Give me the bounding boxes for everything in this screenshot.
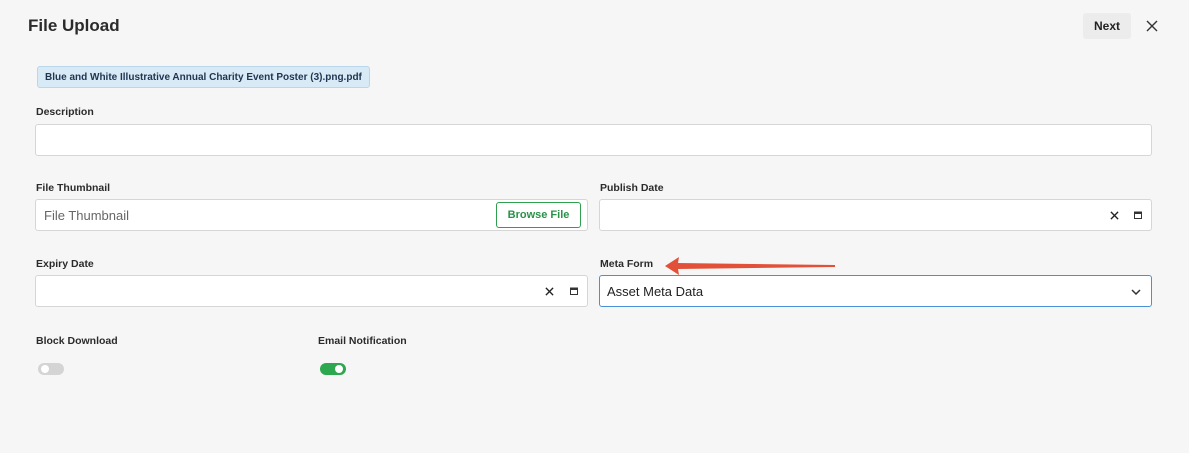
page-title: File Upload [28, 16, 120, 35]
annotation-arrow-icon [665, 257, 835, 275]
toggle-knob [41, 365, 49, 373]
description-input[interactable] [35, 124, 1152, 156]
calendar-icon[interactable] [567, 284, 581, 298]
toggle-knob [335, 365, 343, 373]
publish-date-input[interactable] [599, 199, 1152, 231]
email-notification-label: Email Notification [318, 335, 407, 347]
calendar-icon[interactable] [1131, 208, 1145, 222]
email-notification-toggle[interactable] [320, 363, 346, 375]
close-icon[interactable] [1141, 15, 1163, 37]
meta-form-selected-value: Asset Meta Data [607, 283, 704, 299]
browse-file-button[interactable]: Browse File [496, 202, 581, 228]
uploaded-file-chip: Blue and White Illustrative Annual Chari… [37, 66, 370, 88]
block-download-toggle[interactable] [38, 363, 64, 375]
clear-publish-date-icon[interactable] [1107, 208, 1121, 222]
description-label: Description [36, 106, 94, 118]
expiry-date-input[interactable] [35, 275, 588, 307]
expiry-date-label: Expiry Date [36, 258, 94, 270]
chevron-down-icon [1131, 282, 1141, 300]
meta-form-select[interactable]: Asset Meta Data [599, 275, 1152, 307]
clear-expiry-date-icon[interactable] [542, 284, 556, 298]
file-thumbnail-label: File Thumbnail [36, 182, 111, 194]
meta-form-label: Meta Form [600, 258, 654, 270]
publish-date-label: Publish Date [600, 182, 664, 194]
block-download-label: Block Download [36, 335, 118, 347]
next-button[interactable]: Next [1083, 13, 1131, 39]
